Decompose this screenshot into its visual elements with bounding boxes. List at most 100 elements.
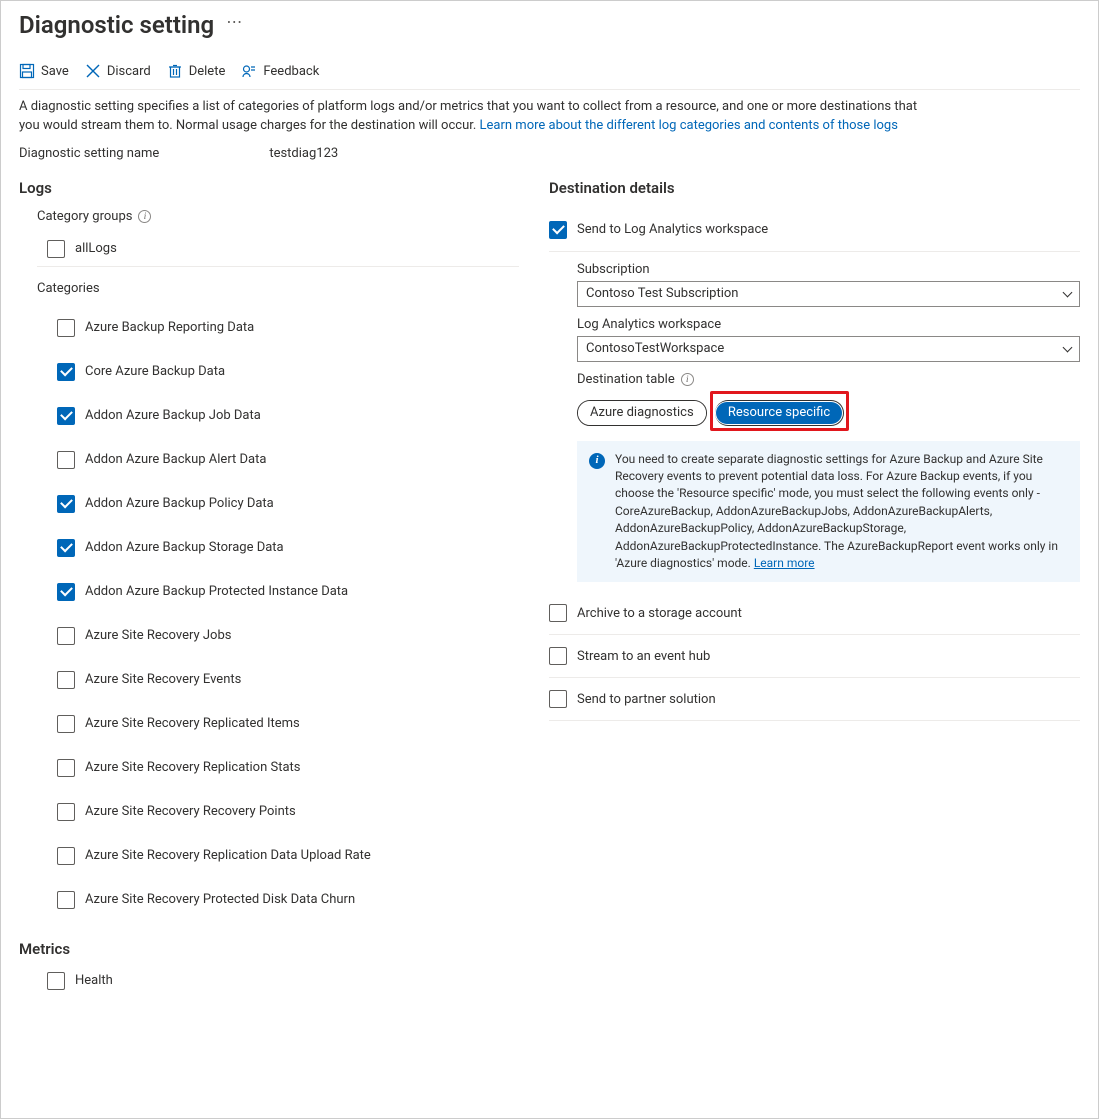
delete-button[interactable]: Delete bbox=[167, 63, 226, 79]
category-checkbox[interactable] bbox=[57, 671, 75, 689]
workspace-select[interactable]: ContosoTestWorkspace bbox=[577, 336, 1080, 362]
metrics-heading: Metrics bbox=[19, 940, 519, 958]
chevron-down-icon bbox=[1063, 287, 1073, 297]
eventhub-checkbox[interactable] bbox=[549, 647, 567, 665]
metrics-label: Health bbox=[75, 973, 113, 988]
alllogs-checkbox[interactable] bbox=[47, 240, 65, 258]
category-checkbox[interactable] bbox=[57, 627, 75, 645]
category-label: Addon Azure Backup Alert Data bbox=[85, 452, 266, 467]
category-label: Azure Site Recovery Events bbox=[85, 672, 241, 687]
category-row: Addon Azure Backup Policy Data bbox=[57, 482, 519, 526]
setting-name-value: testdiag123 bbox=[269, 146, 338, 161]
metrics-checkbox[interactable] bbox=[47, 972, 65, 990]
category-checkbox[interactable] bbox=[57, 891, 75, 909]
workspace-label: Log Analytics workspace bbox=[577, 317, 1080, 332]
category-row: Azure Site Recovery Replication Data Upl… bbox=[57, 834, 519, 878]
category-label: Azure Site Recovery Jobs bbox=[85, 628, 231, 643]
info-learn-more-link[interactable]: Learn more bbox=[754, 556, 815, 570]
category-row: Addon Azure Backup Storage Data bbox=[57, 526, 519, 570]
info-text: You need to create separate diagnostic s… bbox=[615, 452, 1058, 570]
category-checkbox[interactable] bbox=[57, 539, 75, 557]
category-label: Azure Site Recovery Protected Disk Data … bbox=[85, 892, 355, 907]
category-row: Core Azure Backup Data bbox=[57, 350, 519, 394]
category-checkbox[interactable] bbox=[57, 803, 75, 821]
archive-checkbox[interactable] bbox=[549, 604, 567, 622]
category-row: Azure Site Recovery Jobs bbox=[57, 614, 519, 658]
category-checkbox[interactable] bbox=[57, 759, 75, 777]
category-row: Azure Backup Reporting Data bbox=[57, 306, 519, 350]
category-checkbox[interactable] bbox=[57, 319, 75, 337]
category-label: Azure Site Recovery Replication Data Upl… bbox=[85, 848, 371, 863]
highlight-annotation: Resource specific bbox=[710, 391, 849, 431]
partner-label: Send to partner solution bbox=[577, 692, 716, 707]
category-label: Addon Azure Backup Protected Instance Da… bbox=[85, 584, 348, 599]
category-checkbox[interactable] bbox=[57, 583, 75, 601]
eventhub-row: Stream to an event hub bbox=[549, 635, 1080, 678]
info-icon[interactable]: i bbox=[138, 210, 151, 223]
category-row: Azure Site Recovery Replicated Items bbox=[57, 702, 519, 746]
category-label: Core Azure Backup Data bbox=[85, 364, 225, 379]
partner-checkbox[interactable] bbox=[549, 690, 567, 708]
workspace-value: ContosoTestWorkspace bbox=[586, 341, 724, 356]
category-row: Addon Azure Backup Alert Data bbox=[57, 438, 519, 482]
feedback-icon bbox=[241, 63, 257, 79]
save-icon bbox=[19, 63, 35, 79]
category-row: Azure Site Recovery Replication Stats bbox=[57, 746, 519, 790]
category-row: Addon Azure Backup Protected Instance Da… bbox=[57, 570, 519, 614]
subscription-label: Subscription bbox=[577, 262, 1080, 277]
category-label: Azure Site Recovery Replication Stats bbox=[85, 760, 301, 775]
category-label: Addon Azure Backup Policy Data bbox=[85, 496, 274, 511]
pill-azure-diagnostics[interactable]: Azure diagnostics bbox=[578, 401, 706, 425]
setting-name-label: Diagnostic setting name bbox=[19, 146, 159, 161]
toolbar: Save Discard Delete Feedback bbox=[19, 57, 1080, 90]
info-icon: i bbox=[589, 453, 605, 469]
categories-label: Categories bbox=[37, 281, 519, 296]
save-button[interactable]: Save bbox=[19, 63, 69, 79]
destination-heading: Destination details bbox=[549, 179, 1080, 197]
category-groups-label: Category groups i bbox=[37, 209, 511, 224]
delete-label: Delete bbox=[189, 64, 226, 79]
info-icon[interactable]: i bbox=[681, 373, 694, 386]
subscription-value: Contoso Test Subscription bbox=[586, 286, 738, 301]
discard-button[interactable]: Discard bbox=[85, 63, 151, 79]
trash-icon bbox=[167, 63, 183, 79]
category-row: Addon Azure Backup Job Data bbox=[57, 394, 519, 438]
category-label: Azure Site Recovery Replicated Items bbox=[85, 716, 300, 731]
more-icon[interactable]: ⋯ bbox=[226, 14, 242, 36]
feedback-label: Feedback bbox=[263, 64, 319, 79]
category-checkbox[interactable] bbox=[57, 363, 75, 381]
feedback-button[interactable]: Feedback bbox=[241, 63, 319, 79]
category-checkbox[interactable] bbox=[57, 715, 75, 733]
subscription-select[interactable]: Contoso Test Subscription bbox=[577, 281, 1080, 307]
page-title: Diagnostic setting bbox=[19, 11, 214, 39]
category-label: Addon Azure Backup Job Data bbox=[85, 408, 261, 423]
partner-row: Send to partner solution bbox=[549, 678, 1080, 721]
send-la-checkbox[interactable] bbox=[549, 221, 567, 239]
dest-table-toggle: Azure diagnostics bbox=[577, 400, 707, 426]
eventhub-label: Stream to an event hub bbox=[577, 649, 710, 664]
alllogs-row: allLogs bbox=[47, 232, 519, 266]
chevron-down-icon bbox=[1063, 342, 1073, 352]
dest-table-label: Destination table i bbox=[577, 372, 1080, 387]
archive-row: Archive to a storage account bbox=[549, 592, 1080, 635]
learn-more-link[interactable]: Learn more about the different log categ… bbox=[480, 118, 898, 133]
pill-resource-specific[interactable]: Resource specific bbox=[716, 402, 842, 424]
alllogs-label: allLogs bbox=[75, 241, 117, 256]
category-checkbox[interactable] bbox=[57, 451, 75, 469]
info-callout: i You need to create separate diagnostic… bbox=[577, 441, 1080, 583]
category-row: Azure Site Recovery Protected Disk Data … bbox=[57, 878, 519, 922]
save-label: Save bbox=[41, 64, 69, 79]
close-icon bbox=[85, 63, 101, 79]
category-row: Azure Site Recovery Events bbox=[57, 658, 519, 702]
logs-heading: Logs bbox=[19, 179, 519, 197]
category-checkbox[interactable] bbox=[57, 495, 75, 513]
description: A diagnostic setting specifies a list of… bbox=[19, 98, 919, 136]
metrics-row: Health bbox=[47, 964, 519, 998]
discard-label: Discard bbox=[107, 64, 151, 79]
category-checkbox[interactable] bbox=[57, 407, 75, 425]
category-checkbox[interactable] bbox=[57, 847, 75, 865]
category-label: Azure Site Recovery Recovery Points bbox=[85, 804, 296, 819]
category-row: Azure Site Recovery Recovery Points bbox=[57, 790, 519, 834]
send-la-label: Send to Log Analytics workspace bbox=[577, 222, 768, 237]
archive-label: Archive to a storage account bbox=[577, 606, 742, 621]
